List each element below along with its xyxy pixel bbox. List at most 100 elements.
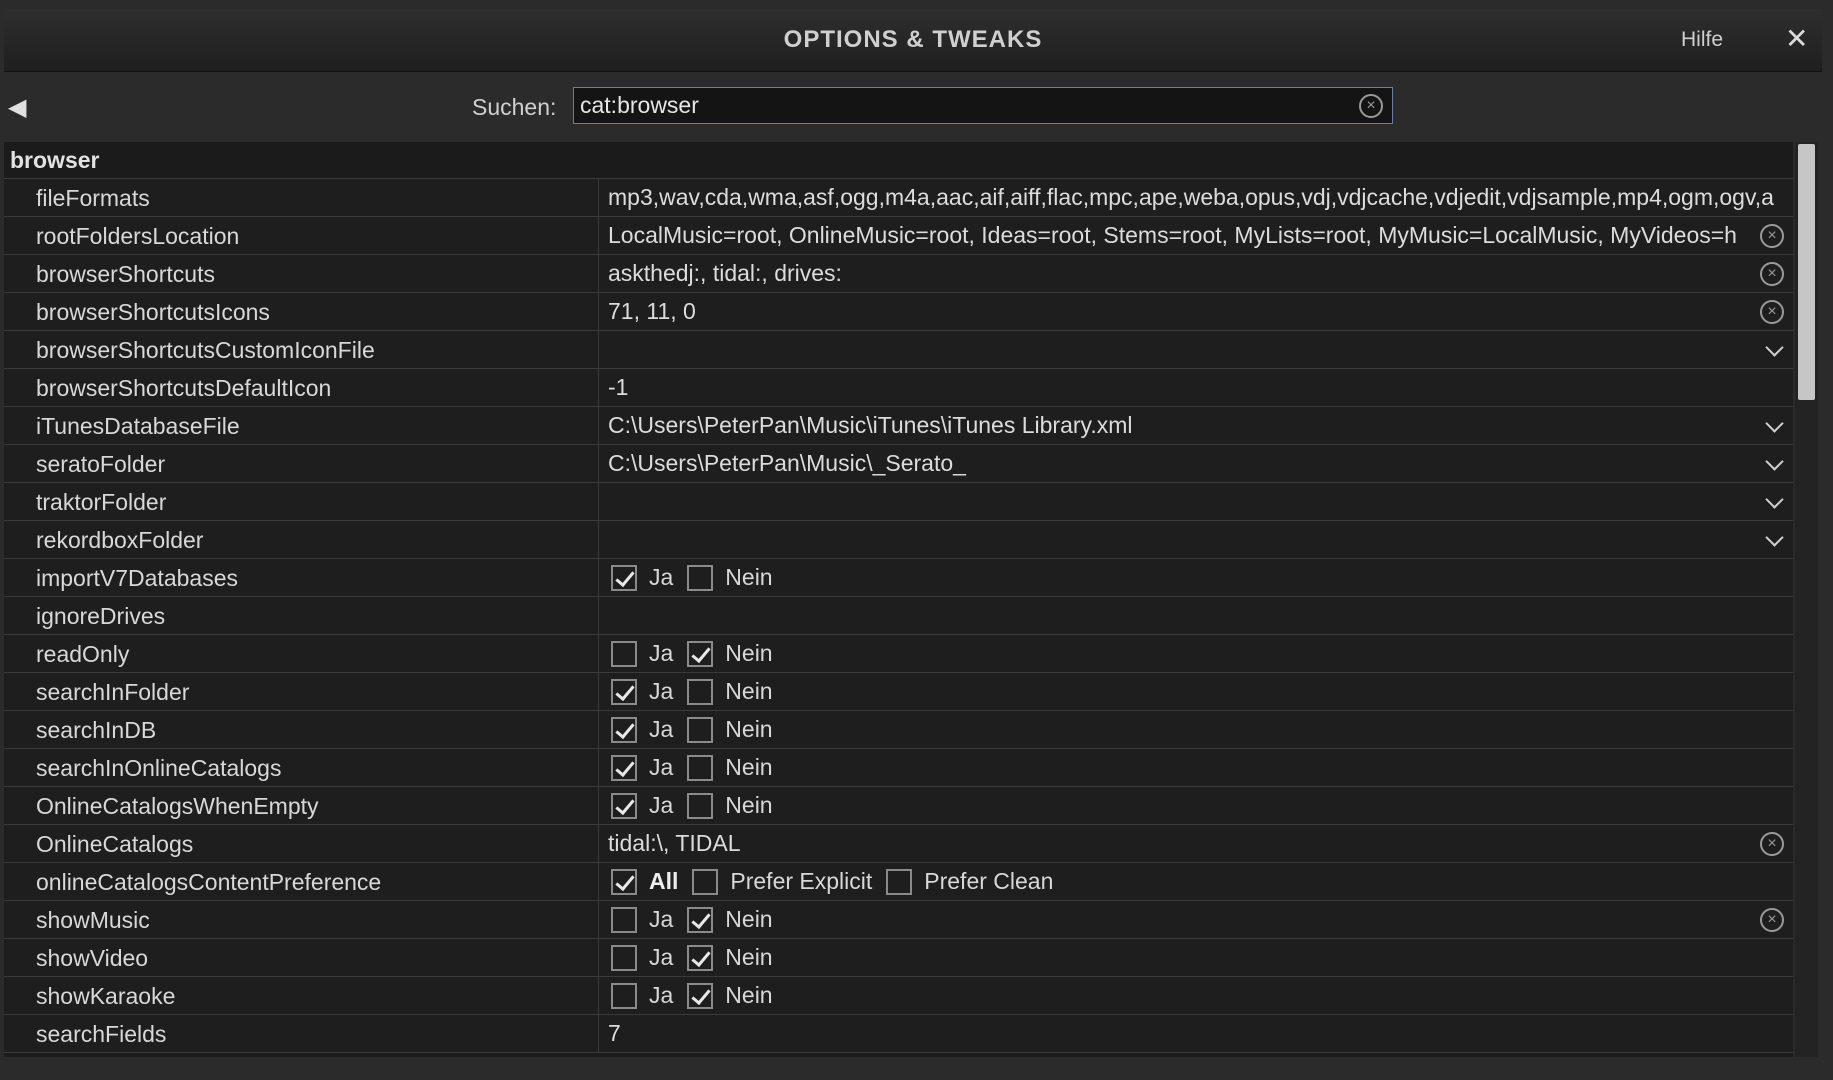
title-bar: OPTIONS & TWEAKS Hilfe ✕ (4, 9, 1822, 72)
option-row-root-folders-location: rootFoldersLocation LocalMusic=root, Onli… (4, 217, 1793, 255)
checkbox-yes[interactable] (611, 754, 637, 781)
option-name: searchFields (36, 1021, 167, 1047)
clear-circle-icon[interactable]: × (1760, 908, 1784, 932)
help-link[interactable]: Hilfe (1681, 28, 1723, 52)
clear-circle-icon[interactable]: × (1760, 262, 1784, 286)
checkbox-label-prefer-clean: Prefer Clean (924, 868, 1054, 894)
clear-circle-icon[interactable]: × (1760, 832, 1784, 856)
option-choices: All Prefer Explicit Prefer Clean (611, 863, 1067, 900)
close-icon[interactable]: ✕ (1785, 25, 1808, 53)
option-value-cell[interactable] (598, 331, 1793, 368)
checkbox-yes[interactable] (611, 906, 637, 933)
back-arrow-icon[interactable]: ◀ (8, 93, 26, 122)
checkbox-label-yes: Ja (649, 754, 674, 780)
option-row-browser-shortcuts-default-icon: browserShortcutsDefaultIcon -1 (4, 369, 1793, 407)
checkbox-label-yes: Ja (649, 944, 674, 970)
option-value-cell[interactable]: 7 (598, 1015, 1793, 1052)
checkbox-yes[interactable] (611, 982, 637, 1009)
checkbox-yes[interactable] (611, 716, 637, 743)
checkbox-no[interactable] (687, 944, 714, 971)
checkbox-yes[interactable] (611, 944, 637, 971)
option-value-text[interactable]: LocalMusic=root, OnlineMusic=root, Ideas… (608, 217, 1737, 254)
checkbox-yes[interactable] (611, 564, 637, 591)
search-input[interactable] (580, 92, 1340, 119)
option-value-text[interactable]: -1 (608, 369, 628, 406)
option-name: fileFormats (36, 185, 150, 211)
option-row-search-in-db: searchInDB Ja Nein (4, 711, 1793, 749)
option-row-ignore-drives: ignoreDrives (4, 597, 1793, 635)
option-value-text[interactable]: C:\Users\PeterPan\Music\iTunes\iTunes Li… (608, 407, 1132, 444)
option-value-text[interactable]: 71, 11, 0 (608, 293, 696, 330)
option-value-text[interactable]: tidal:\, TIDAL (608, 825, 741, 862)
option-row-show-video: showVideo Ja Nein (4, 939, 1793, 977)
option-value-cell[interactable]: LocalMusic=root, OnlineMusic=root, Ideas… (598, 217, 1793, 254)
option-value-cell[interactable]: tidal:\, TIDAL × (598, 825, 1793, 862)
option-row-search-fields: searchFields 7 (4, 1015, 1793, 1053)
option-value-cell[interactable] (598, 521, 1793, 558)
option-value-text[interactable]: askthedj:, tidal:, drives: (608, 255, 842, 292)
option-value-text[interactable]: C:\Users\PeterPan\Music\_Serato_ (608, 445, 966, 482)
clear-circle-icon[interactable]: × (1760, 300, 1784, 324)
option-name: showVideo (36, 945, 149, 971)
checkbox-no[interactable] (687, 716, 714, 743)
option-value-text[interactable]: 7 (608, 1015, 621, 1052)
option-value-cell[interactable]: C:\Users\PeterPan\Music\_Serato_ (598, 445, 1793, 482)
option-value-cell[interactable] (598, 483, 1793, 520)
chevron-down-icon[interactable] (1765, 528, 1784, 547)
checkbox-no[interactable] (687, 982, 714, 1009)
option-choices: Ja Nein (611, 749, 787, 786)
category-header: browser (4, 142, 1793, 179)
option-row-rekordbox-folder: rekordboxFolder (4, 521, 1793, 559)
checkbox-prefer-clean[interactable] (886, 868, 913, 895)
option-choices: Ja Nein (611, 635, 787, 672)
scrollbar-thumb[interactable] (1798, 144, 1815, 400)
checkbox-yes[interactable] (611, 792, 637, 819)
option-row-browser-shortcuts-custom-icon-file: browserShortcutsCustomIconFile (4, 331, 1793, 369)
checkbox-label-no: Nein (725, 792, 773, 818)
option-row-online-catalogs-when-empty: OnlineCatalogsWhenEmpty Ja Nein (4, 787, 1793, 825)
search-clear-icon[interactable]: × (1359, 94, 1383, 118)
chevron-down-icon[interactable] (1765, 338, 1784, 357)
checkbox-no[interactable] (687, 792, 714, 819)
option-value-cell[interactable]: C:\Users\PeterPan\Music\iTunes\iTunes Li… (598, 407, 1793, 444)
option-name: rekordboxFolder (36, 527, 204, 553)
option-value-cell[interactable]: 71, 11, 0 × (598, 293, 1793, 330)
chevron-down-icon[interactable] (1765, 452, 1784, 471)
checkbox-label-no: Nein (725, 944, 773, 970)
checkbox-yes[interactable] (611, 678, 637, 705)
checkbox-yes[interactable] (611, 640, 637, 667)
option-name: iTunesDatabaseFile (36, 413, 240, 439)
checkbox-prefer-explicit[interactable] (692, 868, 719, 895)
option-value-cell[interactable] (598, 597, 1793, 634)
chevron-down-icon[interactable] (1765, 490, 1784, 509)
checkbox-no[interactable] (687, 754, 714, 781)
window-title: OPTIONS & TWEAKS (783, 26, 1043, 53)
checkbox-label-yes: Ja (649, 906, 674, 932)
option-row-search-in-folder: searchInFolder Ja Nein (4, 673, 1793, 711)
checkbox-no[interactable] (687, 640, 714, 667)
option-name: OnlineCatalogs (36, 831, 194, 857)
option-value-cell[interactable]: -1 (598, 369, 1793, 406)
option-choices: Ja Nein (611, 977, 787, 1014)
checkbox-label-no: Nein (725, 564, 773, 590)
checkbox-label-yes: Ja (649, 982, 674, 1008)
option-value-cell[interactable]: mp3,wav,cda,wma,asf,ogg,m4a,aac,aif,aiff… (598, 179, 1793, 216)
search-field[interactable]: × (573, 87, 1393, 124)
clear-circle-icon[interactable]: × (1760, 224, 1784, 248)
checkbox-all[interactable] (611, 868, 637, 895)
option-row-online-catalogs-content-preference: onlineCatalogsContentPreference All Prefer… (4, 863, 1793, 901)
option-choices: Ja Nein (611, 939, 787, 976)
option-value-cell: Ja Nein (598, 787, 1793, 824)
option-row-online-catalogs: OnlineCatalogs tidal:\, TIDAL × (4, 825, 1793, 863)
checkbox-label-no: Nein (725, 906, 773, 932)
option-value-text[interactable]: mp3,wav,cda,wma,asf,ogg,m4a,aac,aif,aiff… (608, 179, 1774, 216)
option-value-cell[interactable]: askthedj:, tidal:, drives: × (598, 255, 1793, 292)
option-value-cell: Ja Nein (598, 559, 1793, 596)
chevron-down-icon[interactable] (1765, 414, 1784, 433)
checkbox-no[interactable] (687, 678, 714, 705)
option-name: showMusic (36, 907, 150, 933)
checkbox-no[interactable] (687, 906, 714, 933)
vertical-scrollbar[interactable] (1795, 142, 1818, 1057)
checkbox-label-all: All (649, 868, 679, 894)
checkbox-no[interactable] (687, 564, 714, 591)
